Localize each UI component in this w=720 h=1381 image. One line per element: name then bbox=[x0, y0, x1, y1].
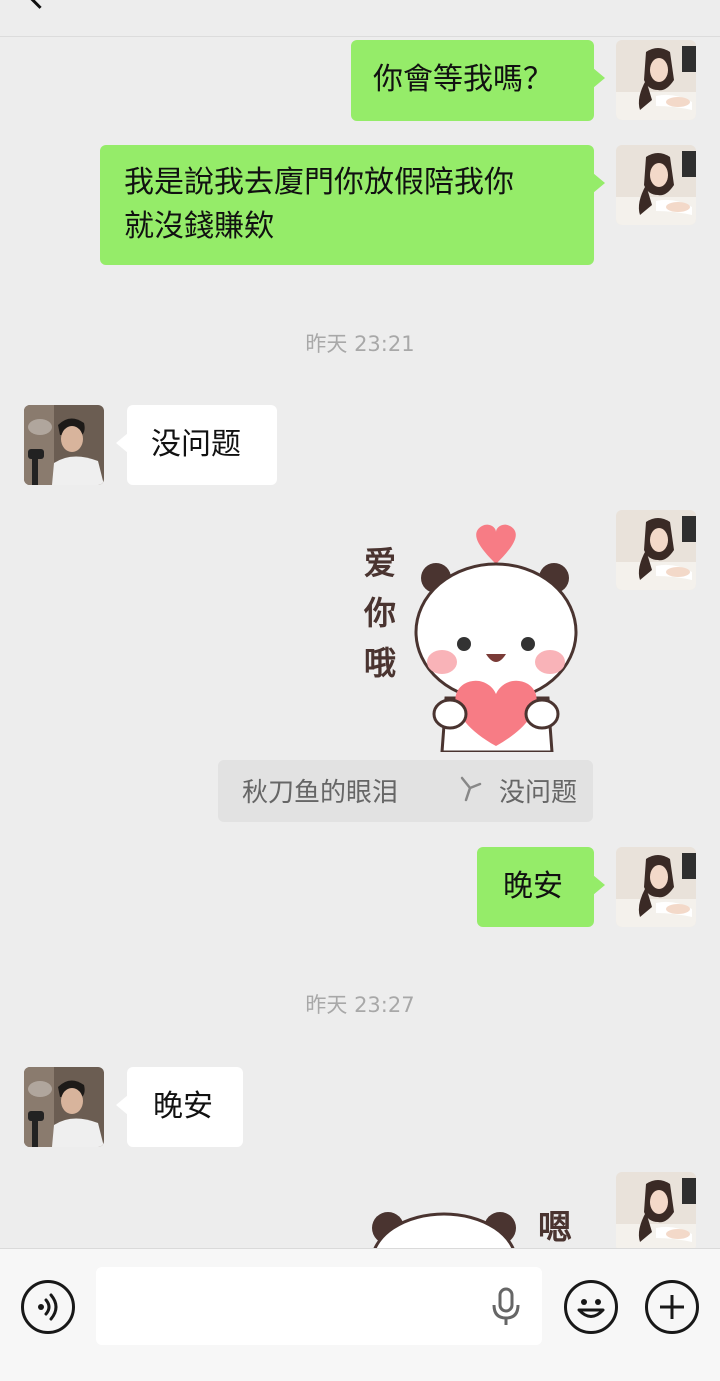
sticker-caption-char: 哦 bbox=[363, 644, 396, 682]
love-sticker[interactable]: 爱 你 哦 bbox=[356, 520, 586, 752]
my-avatar[interactable] bbox=[616, 847, 696, 927]
my-message-bubble[interactable]: 晚安 bbox=[477, 847, 605, 927]
chat-input-bar bbox=[0, 1248, 720, 1381]
back-chevron-icon[interactable] bbox=[26, 0, 53, 9]
timestamp: 昨天 23:27 bbox=[305, 993, 415, 1017]
emoji-button[interactable] bbox=[564, 1280, 618, 1334]
voice-toggle-button[interactable] bbox=[21, 1280, 75, 1334]
my-message-bubble[interactable]: 你會等我嗎？ bbox=[351, 40, 605, 121]
chat-title bbox=[230, 0, 430, 4]
sticker-caption-char: 你 bbox=[363, 594, 396, 632]
their-message-bubble[interactable]: 晚安 bbox=[116, 1067, 243, 1147]
microphone-icon[interactable] bbox=[489, 1285, 523, 1329]
message-text: 晚安 bbox=[503, 869, 563, 904]
sticker-caption: 爱 你 哦 bbox=[358, 538, 402, 688]
message-text-line: 就沒錢賺欸 bbox=[124, 209, 274, 244]
my-avatar[interactable] bbox=[616, 40, 696, 120]
my-avatar[interactable] bbox=[616, 510, 696, 590]
their-message-bubble[interactable]: 没问题 bbox=[116, 405, 277, 485]
quote-reply-icon bbox=[460, 776, 482, 802]
more-options-button[interactable] bbox=[645, 1280, 699, 1334]
voice-toggle-icon bbox=[38, 1293, 58, 1321]
quoted-sender-name: 秋刀鱼的眼泪 bbox=[242, 778, 399, 808]
top-navigation-bar bbox=[0, 0, 720, 37]
message-text: 你會等我嗎？ bbox=[373, 62, 553, 97]
plus-icon bbox=[660, 1295, 684, 1319]
contact-avatar[interactable] bbox=[24, 1067, 104, 1147]
sticker-caption: 嗯 bbox=[538, 1208, 572, 1248]
quoted-text: 没问题 bbox=[498, 778, 577, 808]
timestamp: 昨天 23:21 bbox=[305, 332, 415, 356]
my-avatar[interactable] bbox=[616, 1172, 696, 1252]
message-text: 没问题 bbox=[151, 427, 241, 462]
panda-sticker-partial[interactable]: 嗯 bbox=[360, 1198, 590, 1248]
message-input[interactable] bbox=[96, 1267, 542, 1345]
my-avatar[interactable] bbox=[616, 145, 696, 225]
quoted-message[interactable]: 秋刀鱼的眼泪 没问题 bbox=[218, 760, 593, 822]
message-text-line: 我是說我去廈門你放假陪我你 bbox=[124, 165, 514, 200]
emoji-icon bbox=[577, 1299, 605, 1318]
message-text: 晚安 bbox=[153, 1089, 213, 1124]
sticker-caption-char: 爱 bbox=[363, 544, 396, 582]
contact-avatar[interactable] bbox=[24, 405, 104, 485]
my-message-bubble[interactable]: 我是說我去廈門你放假陪我你 就沒錢賺欸 bbox=[100, 145, 605, 265]
